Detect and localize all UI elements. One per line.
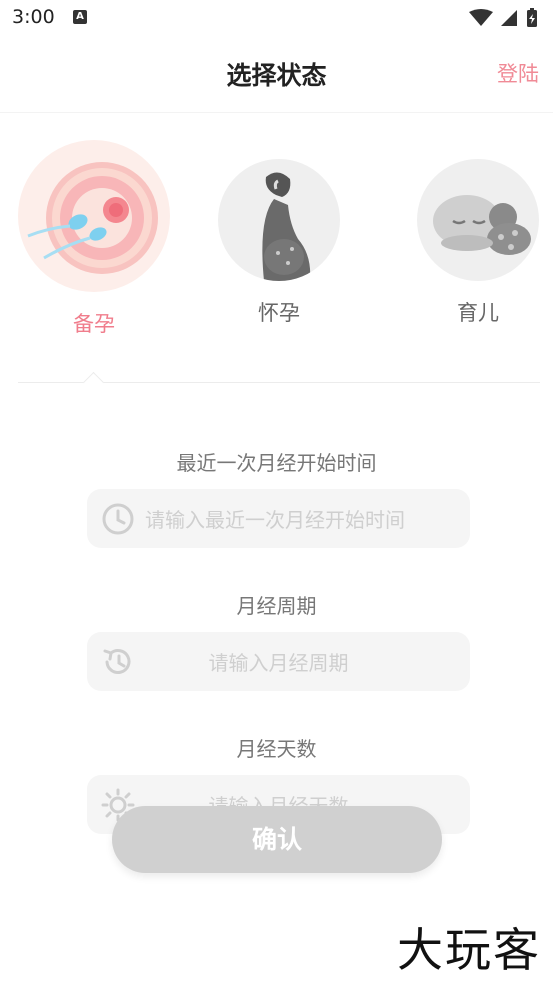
notification-a-icon: A <box>73 10 87 24</box>
cycle-label: 月经周期 <box>236 594 317 618</box>
option-pregnancy[interactable]: 怀孕 <box>194 140 364 327</box>
system-status-icons <box>469 8 537 27</box>
last-period-label: 最近一次月经开始时间 <box>176 451 377 475</box>
status-options: 备孕 怀孕 育儿 <box>0 140 553 360</box>
last-period-field[interactable] <box>87 489 470 550</box>
sleeping-baby-illustration-icon <box>417 159 539 281</box>
cycle-input[interactable] <box>101 632 456 693</box>
status-bar: 3:00 A <box>0 0 553 36</box>
days-label: 月经天数 <box>236 737 317 761</box>
last-period-input[interactable] <box>143 489 456 550</box>
option-label: 育儿 <box>457 301 499 325</box>
signal-icon <box>501 10 517 26</box>
confirm-button[interactable]: 确认 <box>112 806 442 873</box>
active-indicator-notch <box>82 371 105 394</box>
pregnant-woman-illustration-icon <box>218 159 340 281</box>
status-time: 3:00 <box>12 6 55 28</box>
wifi-icon <box>469 9 493 26</box>
login-button[interactable]: 登陆 <box>497 58 539 88</box>
header: 选择状态 登陆 <box>0 36 553 113</box>
options-divider <box>18 368 540 394</box>
watermark-logo: 大玩客 <box>397 923 541 977</box>
page-title: 选择状态 <box>226 61 327 90</box>
option-parenting[interactable]: 育儿 <box>393 140 553 327</box>
egg-sperm-illustration-icon <box>18 140 170 292</box>
option-label: 备孕 <box>73 312 115 336</box>
option-label: 怀孕 <box>258 301 300 325</box>
option-prepare-pregnancy[interactable]: 备孕 <box>9 140 179 338</box>
clock-icon <box>102 503 134 535</box>
cycle-field[interactable] <box>87 632 470 693</box>
